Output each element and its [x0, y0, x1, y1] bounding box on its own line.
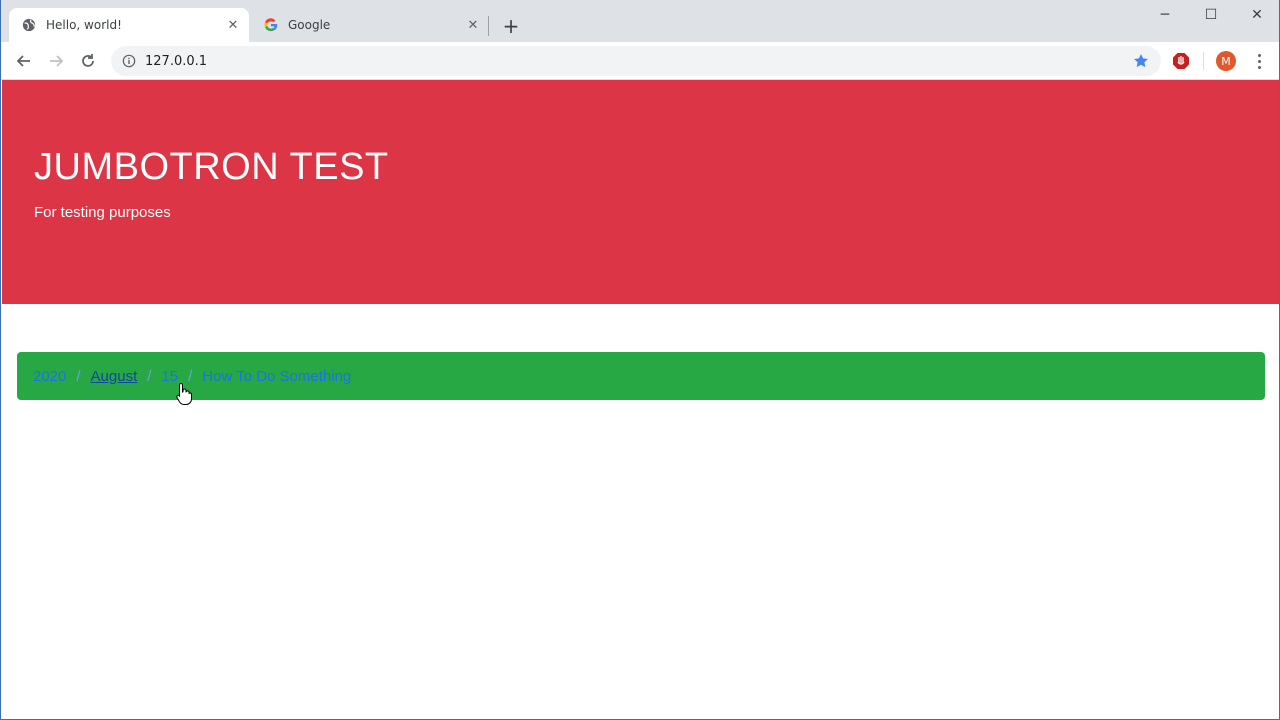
tab-title: Google — [288, 18, 331, 32]
minimize-button[interactable]: ─ — [1142, 0, 1188, 30]
reload-button[interactable] — [74, 47, 102, 75]
close-tab-icon[interactable]: ✕ — [223, 15, 243, 35]
extension-icon[interactable] — [1171, 51, 1191, 71]
forward-button[interactable] — [42, 47, 70, 75]
google-icon — [263, 17, 279, 33]
browser-toolbar: 127.0.0.1 M — [1, 42, 1279, 80]
breadcrumb-item-month[interactable]: August — [91, 368, 138, 385]
tab-divider — [488, 16, 489, 36]
breadcrumb: 2020 / August / 15 / How To Do Something — [17, 352, 1265, 400]
back-button[interactable] — [10, 47, 38, 75]
breadcrumb-separator: / — [76, 367, 81, 385]
close-tab-icon[interactable]: ✕ — [463, 15, 483, 35]
tab-google[interactable]: Google ✕ — [251, 8, 489, 42]
jumbotron-subtitle: For testing purposes — [34, 204, 171, 221]
maximize-button[interactable]: ☐ — [1188, 0, 1234, 30]
globe-icon — [21, 17, 37, 33]
browser-window: Hello, world! ✕ Google ✕ + ─ ☐ ✕ 127.0.0… — [0, 0, 1280, 720]
browser-menu-icon[interactable] — [1249, 51, 1269, 71]
reload-icon — [82, 54, 94, 67]
site-info-icon[interactable] — [121, 53, 137, 69]
address-bar[interactable]: 127.0.0.1 — [111, 46, 1161, 76]
back-arrow-icon — [16, 55, 30, 67]
tab-hello-world[interactable]: Hello, world! ✕ — [9, 8, 249, 42]
profile-avatar[interactable]: M — [1216, 51, 1236, 71]
hand-cursor-icon — [176, 382, 192, 405]
jumbotron: JUMBOTRON TEST For testing purposes — [2, 80, 1279, 304]
new-tab-button[interactable]: + — [499, 14, 523, 38]
jumbotron-title: JUMBOTRON TEST — [34, 146, 389, 188]
breadcrumb-item-current: How To Do Something — [202, 367, 352, 385]
tab-title: Hello, world! — [46, 18, 122, 32]
tab-strip: Hello, world! ✕ Google ✕ + ─ ☐ ✕ — [1, 0, 1279, 42]
close-window-button[interactable]: ✕ — [1234, 0, 1279, 30]
forward-arrow-icon — [50, 55, 64, 67]
url-text[interactable]: 127.0.0.1 — [145, 54, 1131, 69]
breadcrumb-item-year[interactable]: 2020 — [33, 368, 66, 385]
breadcrumb-separator: / — [147, 367, 152, 385]
bookmark-star-icon[interactable] — [1131, 51, 1151, 71]
toolbar-divider — [1203, 52, 1204, 70]
